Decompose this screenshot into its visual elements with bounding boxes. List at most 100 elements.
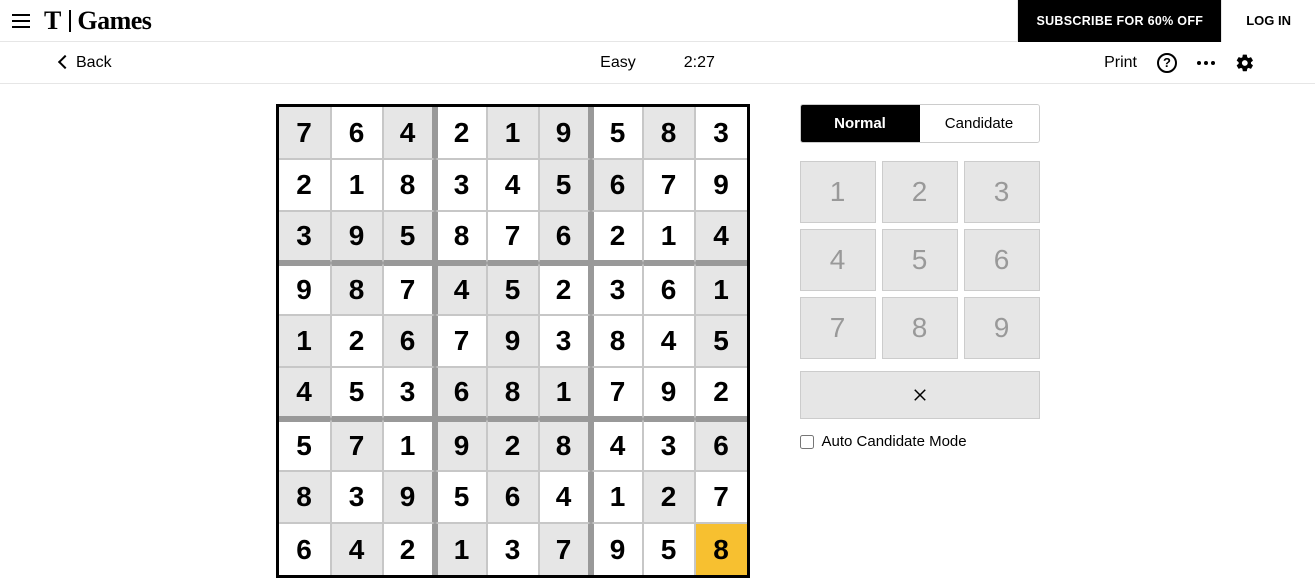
sudoku-cell[interactable]: 2 <box>591 211 643 263</box>
sudoku-cell[interactable]: 9 <box>643 367 695 419</box>
keypad-8[interactable]: 8 <box>882 297 958 359</box>
sudoku-cell[interactable]: 7 <box>539 523 591 575</box>
sudoku-cell[interactable]: 4 <box>383 107 435 159</box>
sudoku-cell[interactable]: 2 <box>695 367 747 419</box>
sudoku-cell[interactable]: 5 <box>435 471 487 523</box>
sudoku-cell[interactable]: 2 <box>279 159 331 211</box>
help-icon[interactable]: ? <box>1157 53 1177 73</box>
sudoku-cell[interactable]: 2 <box>435 107 487 159</box>
sudoku-cell[interactable]: 8 <box>643 107 695 159</box>
sudoku-cell[interactable]: 8 <box>331 263 383 315</box>
sudoku-cell[interactable]: 8 <box>435 211 487 263</box>
sudoku-cell[interactable]: 6 <box>279 523 331 575</box>
login-button[interactable]: LOG IN <box>1221 0 1315 42</box>
sudoku-cell[interactable]: 3 <box>487 523 539 575</box>
sudoku-cell[interactable]: 5 <box>383 211 435 263</box>
sudoku-cell[interactable]: 2 <box>487 419 539 471</box>
back-button[interactable]: Back <box>60 54 112 72</box>
sudoku-cell[interactable]: 7 <box>643 159 695 211</box>
sudoku-cell[interactable]: 4 <box>695 211 747 263</box>
sudoku-cell[interactable]: 4 <box>435 263 487 315</box>
erase-button[interactable] <box>800 371 1040 419</box>
sudoku-cell[interactable]: 1 <box>591 471 643 523</box>
sudoku-cell[interactable]: 6 <box>643 263 695 315</box>
sudoku-cell[interactable]: 7 <box>695 471 747 523</box>
sudoku-cell[interactable]: 8 <box>383 159 435 211</box>
sudoku-cell[interactable]: 7 <box>279 107 331 159</box>
keypad-1[interactable]: 1 <box>800 161 876 223</box>
sudoku-cell[interactable]: 6 <box>435 367 487 419</box>
sudoku-cell[interactable]: 5 <box>643 523 695 575</box>
sudoku-cell[interactable]: 1 <box>435 523 487 575</box>
sudoku-cell[interactable]: 1 <box>695 263 747 315</box>
sudoku-cell[interactable]: 4 <box>279 367 331 419</box>
sudoku-cell[interactable]: 7 <box>435 315 487 367</box>
sudoku-cell[interactable]: 4 <box>331 523 383 575</box>
sudoku-cell[interactable]: 3 <box>539 315 591 367</box>
keypad-6[interactable]: 6 <box>964 229 1040 291</box>
menu-icon[interactable] <box>12 10 34 32</box>
sudoku-cell[interactable]: 9 <box>487 315 539 367</box>
sudoku-cell[interactable]: 9 <box>331 211 383 263</box>
keypad-4[interactable]: 4 <box>800 229 876 291</box>
sudoku-cell[interactable]: 3 <box>279 211 331 263</box>
sudoku-cell[interactable]: 6 <box>331 107 383 159</box>
sudoku-cell[interactable]: 8 <box>695 523 747 575</box>
sudoku-cell[interactable]: 9 <box>435 419 487 471</box>
sudoku-cell[interactable]: 6 <box>591 159 643 211</box>
sudoku-cell[interactable]: 6 <box>487 471 539 523</box>
sudoku-cell[interactable]: 6 <box>695 419 747 471</box>
sudoku-cell[interactable]: 9 <box>695 159 747 211</box>
sudoku-cell[interactable]: 5 <box>695 315 747 367</box>
sudoku-cell[interactable]: 3 <box>695 107 747 159</box>
sudoku-cell[interactable]: 2 <box>539 263 591 315</box>
keypad-5[interactable]: 5 <box>882 229 958 291</box>
sudoku-cell[interactable]: 3 <box>591 263 643 315</box>
sudoku-cell[interactable]: 8 <box>279 471 331 523</box>
auto-candidate-toggle[interactable]: Auto Candidate Mode <box>800 433 1040 450</box>
sudoku-cell[interactable]: 9 <box>539 107 591 159</box>
sudoku-cell[interactable]: 7 <box>331 419 383 471</box>
sudoku-cell[interactable]: 5 <box>487 263 539 315</box>
sudoku-cell[interactable]: 5 <box>331 367 383 419</box>
more-icon[interactable] <box>1197 61 1215 65</box>
sudoku-cell[interactable]: 4 <box>487 159 539 211</box>
sudoku-cell[interactable]: 7 <box>383 263 435 315</box>
sudoku-cell[interactable]: 2 <box>643 471 695 523</box>
sudoku-cell[interactable]: 5 <box>591 107 643 159</box>
sudoku-cell[interactable]: 8 <box>539 419 591 471</box>
keypad-7[interactable]: 7 <box>800 297 876 359</box>
sudoku-cell[interactable]: 3 <box>643 419 695 471</box>
sudoku-cell[interactable]: 4 <box>591 419 643 471</box>
mode-candidate-button[interactable]: Candidate <box>920 105 1039 142</box>
sudoku-cell[interactable]: 6 <box>539 211 591 263</box>
sudoku-cell[interactable]: 9 <box>383 471 435 523</box>
auto-candidate-checkbox[interactable] <box>800 435 814 449</box>
gear-icon[interactable] <box>1235 53 1255 73</box>
sudoku-cell[interactable]: 1 <box>539 367 591 419</box>
sudoku-cell[interactable]: 8 <box>487 367 539 419</box>
sudoku-cell[interactable]: 1 <box>383 419 435 471</box>
keypad-9[interactable]: 9 <box>964 297 1040 359</box>
sudoku-cell[interactable]: 2 <box>383 523 435 575</box>
subscribe-button[interactable]: SUBSCRIBE FOR 60% OFF <box>1017 0 1221 42</box>
keypad-3[interactable]: 3 <box>964 161 1040 223</box>
print-button[interactable]: Print <box>1104 54 1137 72</box>
sudoku-cell[interactable]: 3 <box>383 367 435 419</box>
sudoku-cell[interactable]: 2 <box>331 315 383 367</box>
sudoku-cell[interactable]: 1 <box>487 107 539 159</box>
sudoku-cell[interactable]: 7 <box>487 211 539 263</box>
mode-normal-button[interactable]: Normal <box>801 105 920 142</box>
keypad-2[interactable]: 2 <box>882 161 958 223</box>
sudoku-cell[interactable]: 4 <box>539 471 591 523</box>
sudoku-cell[interactable]: 3 <box>331 471 383 523</box>
sudoku-cell[interactable]: 7 <box>591 367 643 419</box>
sudoku-cell[interactable]: 6 <box>383 315 435 367</box>
sudoku-cell[interactable]: 8 <box>591 315 643 367</box>
sudoku-cell[interactable]: 1 <box>279 315 331 367</box>
sudoku-cell[interactable]: 3 <box>435 159 487 211</box>
sudoku-cell[interactable]: 9 <box>591 523 643 575</box>
sudoku-cell[interactable]: 5 <box>539 159 591 211</box>
sudoku-cell[interactable]: 4 <box>643 315 695 367</box>
sudoku-cell[interactable]: 9 <box>279 263 331 315</box>
